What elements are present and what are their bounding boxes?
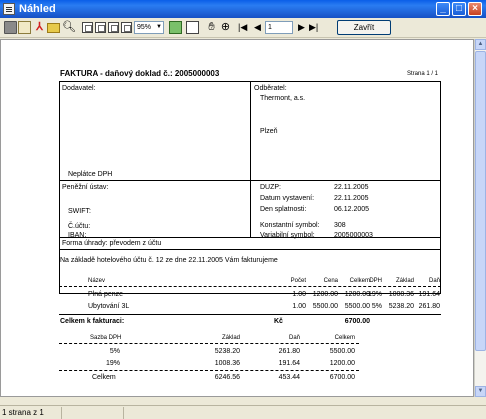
preview-area[interactable]: FAKTURA - daňový doklad č.: 2005000003 S… — [0, 39, 474, 397]
vat-total: 1200.00 — [329, 360, 355, 367]
maximize-button[interactable]: □ — [452, 2, 466, 16]
vat-col-total: Celkem — [334, 335, 355, 341]
customer-name: Thermont, a.s. — [260, 95, 306, 102]
item-price: 5500.00 — [312, 303, 338, 310]
window-title-bar: Náhled _ □ × — [0, 0, 486, 18]
status-bar: 1 strana z 1 — [0, 405, 486, 419]
first-page-icon[interactable]: |◀ — [238, 21, 247, 34]
item-name: Ubytování 3L — [88, 303, 130, 310]
grand-total-currency: Kč — [274, 318, 283, 325]
symbol-value: 308 — [334, 222, 346, 229]
vat-total-total: 6700.00 — [329, 374, 355, 381]
window-close-button[interactable]: × — [468, 2, 482, 16]
date-value: 06.12.2005 — [334, 206, 370, 213]
vertical-scrollbar[interactable]: ▲ ▼ — [474, 39, 486, 397]
fit-page-icon[interactable] — [186, 21, 199, 34]
scroll-down-icon[interactable]: ▼ — [475, 386, 486, 397]
single-page-icon[interactable] — [82, 22, 93, 33]
status-segment — [62, 407, 124, 419]
prev-page-icon[interactable]: ◀ — [254, 21, 261, 34]
vat-tax: 261.80 — [278, 348, 300, 355]
page-number-value: 1 — [268, 24, 272, 31]
invoice-title: FAKTURA - daňový doklad č.: 2005000003 — [60, 69, 220, 78]
four-pages-icon[interactable] — [108, 22, 119, 33]
print-icon[interactable] — [4, 21, 17, 34]
scroll-up-icon[interactable]: ▲ — [475, 39, 486, 50]
payment-method: Forma úhrady: převodem z účtu — [62, 240, 162, 247]
items-col-name: Název — [88, 278, 106, 284]
scroll-thumb[interactable] — [475, 51, 486, 351]
close-button[interactable]: Zavřít — [337, 20, 391, 35]
minimize-button[interactable]: _ — [436, 2, 450, 16]
last-page-icon[interactable]: ▶| — [309, 21, 318, 34]
next-page-icon[interactable]: ▶ — [298, 21, 305, 34]
toolbar: ⅄ 🔍︎ 95% ▼ ✋︎ ⊕ |◀ ◀ 1 ▶ ▶| Zavřít — [0, 18, 486, 38]
customer-heading: Odběratel: — [254, 85, 287, 92]
items-col-base: Základ — [395, 278, 414, 284]
vat-base: 5238.20 — [214, 348, 240, 355]
items-col-tax: Daň — [428, 278, 440, 284]
vat-col-tax: Daň — [288, 335, 300, 341]
vat-rate: 5% — [109, 348, 120, 355]
vat-total: 5500.00 — [329, 348, 355, 355]
supplier-heading: Dodavatel: — [62, 85, 96, 92]
zoom-select[interactable]: 95% ▼ — [134, 21, 164, 34]
date-value: 22.11.2005 — [334, 195, 369, 202]
bank-account: Č.účtu: — [68, 223, 91, 230]
date-value: 22.11.2005 — [334, 184, 369, 191]
hand-tool-icon[interactable]: ✋︎ — [205, 21, 218, 34]
items-col-price: Cena — [323, 278, 338, 284]
supplier-vat-status: Neplátce DPH — [68, 171, 113, 178]
symbol-label: Variabilní symbol: — [260, 232, 315, 239]
item-vat: 19% — [367, 291, 382, 298]
vat-total-base: 6246.56 — [214, 374, 240, 381]
vat-col-rate: Sazba DPH — [90, 335, 122, 341]
chevron-down-icon: ▼ — [156, 24, 162, 30]
vat-total-tax: 453.44 — [278, 374, 300, 381]
two-pages-icon[interactable] — [95, 22, 106, 33]
export-icon[interactable] — [18, 21, 31, 34]
vat-base: 1008.36 — [214, 360, 240, 367]
customer-city: Plzeň — [260, 128, 278, 135]
item-tax: 261.80 — [418, 303, 440, 310]
bank-iban: IBAN: — [68, 232, 87, 239]
invoice-note: Na základě hotelového účtu č. 12 ze dne … — [60, 257, 278, 264]
vat-col-base: Základ — [221, 335, 240, 341]
date-label: Datum vystavení: — [260, 195, 315, 202]
date-label: Den splatnosti: — [260, 206, 307, 213]
invoice-page: FAKTURA - daňový doklad č.: 2005000003 S… — [50, 60, 450, 396]
item-price: 1200.00 — [312, 291, 338, 298]
window-title: Náhled — [19, 3, 56, 15]
symbol-label: Konstantní symbol: — [260, 222, 320, 229]
zoom-value: 95% — [137, 24, 152, 31]
zoom-tool-icon[interactable]: ⊕ — [219, 21, 232, 34]
bank-heading: Peněžní ústav: — [62, 184, 109, 191]
vat-rate: 19% — [105, 360, 120, 367]
window-app-icon — [3, 3, 15, 15]
vat-total-label: Celkem — [92, 374, 116, 381]
page-count-status: 1 strana z 1 — [0, 407, 62, 419]
page-number-input[interactable]: 1 — [265, 21, 293, 34]
pdf-icon[interactable]: ⅄ — [33, 21, 46, 34]
grand-total-label: Celkem k fakturaci: — [60, 318, 125, 325]
item-qty: 1.00 — [292, 303, 306, 310]
multi-pages-icon[interactable] — [121, 22, 132, 33]
date-label: DUZP: — [260, 184, 281, 191]
grand-total-value: 6700.00 — [344, 318, 370, 325]
bank-swift: SWIFT: — [68, 208, 91, 215]
items-col-vat: DPH — [369, 278, 382, 284]
open-folder-icon[interactable] — [47, 23, 60, 33]
item-qty: 1.00 — [292, 291, 306, 298]
symbol-value: 2005000003 — [334, 232, 373, 239]
vat-tax: 191.64 — [278, 360, 300, 367]
item-name: Plná penze — [88, 291, 124, 298]
item-tax: 191.64 — [418, 291, 440, 298]
binoculars-icon[interactable]: 🔍︎ — [62, 21, 76, 34]
page-setup-icon[interactable] — [169, 21, 182, 34]
items-col-qty: Počet — [290, 278, 306, 284]
page-label: Strana 1 / 1 — [407, 71, 439, 77]
item-vat: 5% — [371, 303, 382, 310]
